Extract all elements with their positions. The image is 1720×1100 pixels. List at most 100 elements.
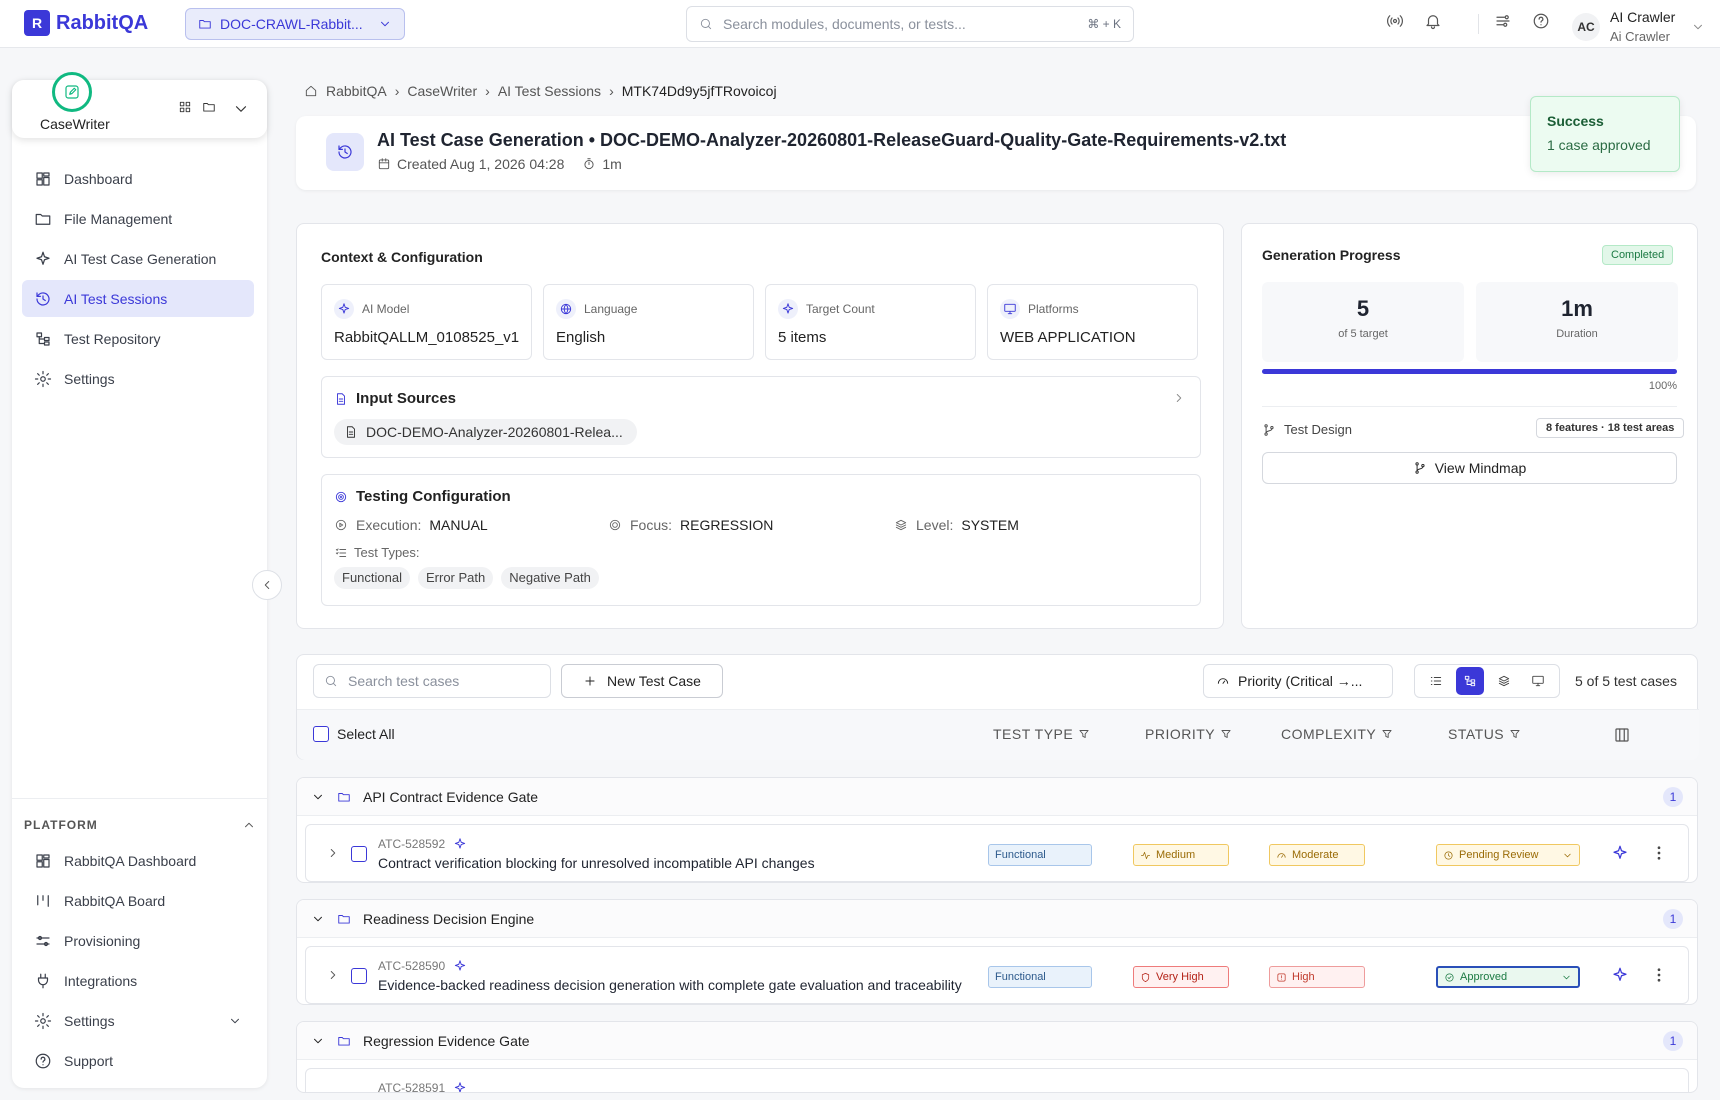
badge-label: Medium — [1156, 849, 1196, 861]
group-header[interactable]: Readiness Decision Engine 1 — [297, 900, 1697, 938]
tree-icon — [1464, 675, 1476, 687]
sidebar-item-test-repository[interactable]: Test Repository — [22, 320, 254, 357]
chevron-right-icon[interactable] — [326, 968, 340, 982]
breadcrumb-item[interactable]: AI Test Sessions — [498, 83, 601, 99]
table-row[interactable]: ATC-528591 — [305, 1068, 1689, 1092]
history-icon — [36, 291, 50, 306]
user-menu[interactable]: AC AI Crawler Ai Crawler — [1572, 8, 1705, 46]
chevron-right-icon[interactable] — [326, 846, 340, 860]
column-header-status[interactable]: STATUS — [1448, 726, 1522, 742]
presentation-view-button[interactable] — [1524, 667, 1552, 695]
help-icon[interactable] — [1532, 12, 1550, 30]
table-row[interactable]: ATC-528590 Evidence-backed readiness dec… — [305, 946, 1689, 1004]
input-sources-section[interactable]: Input Sources DOC-DEMO-Analyzer-20260801… — [321, 376, 1201, 458]
breadcrumb-item[interactable]: RabbitQA — [326, 83, 387, 99]
ai-sparkle-icon[interactable] — [1611, 966, 1629, 984]
plug-icon — [37, 973, 49, 988]
column-header-complexity[interactable]: COMPLEXITY — [1281, 726, 1394, 742]
clock-icon — [1444, 850, 1453, 860]
sidebar-item-provisioning[interactable]: Provisioning — [22, 922, 254, 959]
sidebar-item-support[interactable]: Support — [22, 1042, 254, 1079]
test-group: API Contract Evidence Gate 1 ATC-528592 … — [296, 777, 1698, 883]
sidebar-item-rabbitqa-dashboard[interactable]: RabbitQA Dashboard — [22, 842, 254, 879]
theme-icon[interactable] — [1494, 12, 1512, 30]
group-name: Regression Evidence Gate — [363, 1032, 530, 1049]
badge-label: Pending Review — [1459, 849, 1539, 861]
tree-view-button[interactable] — [1456, 667, 1484, 695]
breadcrumb-item[interactable]: CaseWriter — [407, 83, 477, 99]
sidebar-item-dashboard[interactable]: Dashboard — [22, 160, 254, 197]
test-case-search-input[interactable]: Search test cases — [313, 664, 551, 698]
select-all-checkbox[interactable]: Select All — [313, 726, 395, 742]
sort-select[interactable]: Priority (Critical →... — [1203, 664, 1393, 698]
search-placeholder: Search modules, documents, or tests... — [723, 16, 966, 32]
columns-icon[interactable] — [1613, 726, 1631, 744]
monitor-icon — [1000, 299, 1020, 319]
more-vertical-icon[interactable] — [1650, 844, 1668, 862]
breadcrumb-current: MTK74Dd9y5jfTRovoicoj — [621, 83, 777, 99]
logo[interactable]: R RabbitQA — [24, 10, 148, 36]
success-toast[interactable]: Success 1 case approved — [1530, 96, 1680, 172]
platform-nav: RabbitQA Dashboard RabbitQA Board Provis… — [22, 842, 254, 1082]
panel-title: Context & Configuration — [321, 249, 483, 265]
folder-icon[interactable] — [202, 100, 216, 114]
breadcrumb: RabbitQA › CaseWriter › AI Test Sessions… — [304, 83, 777, 99]
test-types-label: Test Types: — [354, 545, 420, 560]
search-icon — [700, 18, 712, 30]
broadcast-icon[interactable] — [1386, 12, 1404, 30]
project-name: DOC-CRAWL-Rabbit... — [220, 16, 363, 32]
play-circle-icon — [335, 519, 347, 531]
help-icon — [35, 1053, 51, 1068]
row-checkbox[interactable] — [351, 846, 367, 862]
ai-sparkle-icon[interactable] — [1611, 844, 1629, 862]
status-badge: Completed — [1602, 245, 1674, 265]
file-icon — [347, 426, 355, 438]
stat-value: 1m — [1561, 296, 1593, 321]
view-mindmap-button[interactable]: View Mindmap — [1262, 452, 1677, 484]
project-selector[interactable]: DOC-CRAWL-Rabbit... — [185, 8, 405, 40]
group-header[interactable]: API Contract Evidence Gate 1 — [297, 778, 1697, 816]
sidebar-item-ai-test-case-generation[interactable]: AI Test Case Generation — [22, 240, 254, 277]
progress-bar — [1262, 369, 1677, 374]
input-file-chip[interactable]: DOC-DEMO-Analyzer-20260801-Relea... — [334, 419, 637, 445]
status-select[interactable]: Pending Review — [1436, 844, 1580, 866]
table-row[interactable]: ATC-528592 Contract verification blockin… — [305, 824, 1689, 882]
new-test-case-button[interactable]: New Test Case — [561, 664, 723, 698]
sort-value: Priority (Critical →... — [1238, 673, 1363, 689]
more-vertical-icon[interactable] — [1650, 966, 1668, 984]
page-title: AI Test Case Generation • DOC-DEMO-Analy… — [377, 130, 1287, 150]
checkbox[interactable] — [313, 726, 329, 742]
platform-section-header[interactable]: PLATFORM — [24, 818, 256, 832]
column-header-test-type[interactable]: TEST TYPE — [993, 726, 1091, 742]
chevron-down-icon[interactable] — [232, 100, 250, 118]
app-switcher[interactable]: CaseWriter — [12, 72, 267, 138]
global-search-input[interactable]: Search modules, documents, or tests... ⌘… — [686, 6, 1134, 42]
breadcrumb-separator: › — [394, 83, 400, 99]
search-icon — [325, 675, 337, 687]
status-select[interactable]: Approved — [1436, 966, 1580, 988]
sidebar-item-settings[interactable]: Settings — [22, 360, 254, 397]
chevron-right-icon[interactable] — [1172, 391, 1186, 405]
sidebar-item-file-management[interactable]: File Management — [22, 200, 254, 237]
layers-view-button[interactable] — [1490, 667, 1518, 695]
chevron-down-icon — [1694, 24, 1703, 30]
bell-icon[interactable] — [1424, 12, 1442, 30]
collapse-sidebar-button[interactable] — [252, 570, 282, 600]
button-label: New Test Case — [607, 673, 701, 689]
column-header-priority[interactable]: PRIORITY — [1145, 726, 1233, 742]
rabbit-logo-icon: R — [24, 10, 50, 36]
test-case-title[interactable]: Evidence-backed readiness decision gener… — [378, 977, 962, 993]
sidebar-item-ai-test-sessions[interactable]: AI Test Sessions — [22, 280, 254, 317]
group-count: 1 — [1663, 909, 1683, 929]
sidebar-item-integrations[interactable]: Integrations — [22, 962, 254, 999]
sidebar-item-rabbitqa-board[interactable]: RabbitQA Board — [22, 882, 254, 919]
sparkle-icon — [334, 299, 354, 319]
view-switcher — [1414, 664, 1560, 698]
apps-grid-icon[interactable] — [178, 100, 192, 114]
row-checkbox[interactable] — [351, 968, 367, 984]
sidebar-item-platform-settings[interactable]: Settings — [22, 1002, 254, 1039]
group-header[interactable]: Regression Evidence Gate 1 — [297, 1022, 1697, 1060]
test-case-title[interactable]: Contract verification blocking for unres… — [378, 855, 815, 871]
list-view-button[interactable] — [1422, 667, 1450, 695]
execution-value: MANUAL — [429, 517, 488, 533]
